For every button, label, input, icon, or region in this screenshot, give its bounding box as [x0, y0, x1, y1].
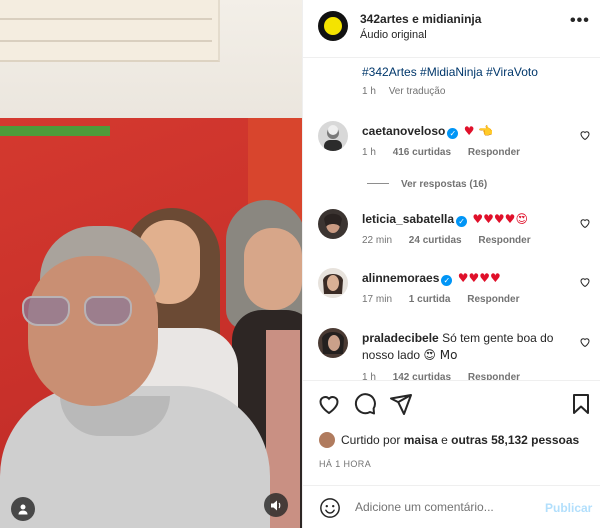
avatar[interactable] [318, 209, 348, 239]
view-replies-button[interactable]: Ver respostas (16) [367, 179, 487, 190]
post-media[interactable] [0, 0, 302, 528]
author-names: 342artes e midianinja [360, 12, 482, 26]
author-link-2[interactable]: midianinja [422, 12, 481, 26]
avatar[interactable] [318, 328, 348, 358]
audio-link[interactable]: Áudio original [360, 29, 427, 41]
reply-button[interactable]: Responder [468, 147, 520, 158]
comment-input[interactable] [355, 497, 525, 517]
user-tag-icon [18, 504, 28, 515]
comment-emoji: ♥ 👈 [463, 124, 494, 138]
heart-icon[interactable] [317, 392, 341, 416]
reply-button[interactable]: Responder [468, 372, 520, 380]
comment-username[interactable]: leticia_sabatella [362, 212, 454, 226]
comments-list[interactable]: #342Artes #MidiaNinja #ViraVoto 1 h Ver … [303, 59, 600, 380]
comment-icon[interactable] [353, 392, 377, 416]
reply-button[interactable]: Responder [478, 235, 530, 246]
comment-composer: Publicar [303, 485, 600, 528]
green-strip [0, 126, 110, 136]
emoji-icon[interactable] [319, 497, 341, 519]
avatar[interactable] [318, 268, 348, 298]
bookmark-icon[interactable] [569, 392, 593, 416]
caption-meta: 1 h Ver tradução [362, 86, 446, 97]
avatar[interactable] [318, 121, 348, 151]
heart-icon[interactable] [579, 336, 591, 348]
post-actions: Curtido por maisa e outras 58,132 pessoa… [303, 380, 600, 480]
author-avatar[interactable] [318, 11, 348, 41]
likes-count[interactable]: 142 curtidas [393, 372, 451, 380]
sound-icon [270, 500, 280, 510]
liked-by: Curtido por maisa e outras 58,132 pessoa… [319, 432, 579, 448]
post-comment-button[interactable]: Publicar [545, 501, 592, 515]
comment-username[interactable]: caetanoveloso [362, 124, 445, 138]
reply-button[interactable]: Responder [467, 294, 519, 305]
verified-icon: ✓ [456, 216, 468, 227]
likes-count[interactable]: 1 curtida [409, 294, 451, 305]
translate-link[interactable]: Ver tradução [389, 86, 446, 97]
person-front [0, 226, 270, 528]
likes-count[interactable]: 24 curtidas [409, 235, 462, 246]
share-icon[interactable] [389, 392, 413, 416]
heart-icon[interactable] [579, 129, 591, 141]
heart-icon[interactable] [579, 217, 591, 229]
air-conditioner [0, 0, 220, 62]
liked-by-user[interactable]: maisa [404, 433, 438, 447]
verified-icon: ✓ [441, 275, 453, 286]
comment-username[interactable]: praladecibele [362, 331, 439, 345]
comment-emoji: ♥♥♥♥ [457, 271, 501, 285]
more-icon[interactable]: ••• [570, 12, 590, 30]
tagged-users-button[interactable] [11, 497, 35, 521]
post-timestamp[interactable]: HÁ 1 HORA [319, 459, 371, 469]
likes-count[interactable]: 416 curtidas [393, 147, 451, 158]
likes-others-link[interactable]: outras 58,132 pessoas [451, 433, 579, 447]
verified-icon: ✓ [447, 128, 459, 139]
comment-username[interactable]: alinnemoraes [362, 271, 439, 285]
caption-hashtags[interactable]: #342Artes #MidiaNinja #ViraVoto [362, 65, 538, 79]
post-header: 342artes e midianinja Áudio original ••• [303, 0, 600, 58]
avatar[interactable] [319, 432, 335, 448]
comment-emoji: 😍 Mo [423, 348, 458, 362]
post-panel: 342artes e midianinja Áudio original •••… [302, 0, 600, 528]
comment-emoji: ♥♥♥♥😍 [472, 212, 528, 226]
heart-icon[interactable] [579, 276, 591, 288]
sound-toggle-button[interactable] [264, 493, 288, 517]
author-link-1[interactable]: 342artes [360, 12, 409, 26]
